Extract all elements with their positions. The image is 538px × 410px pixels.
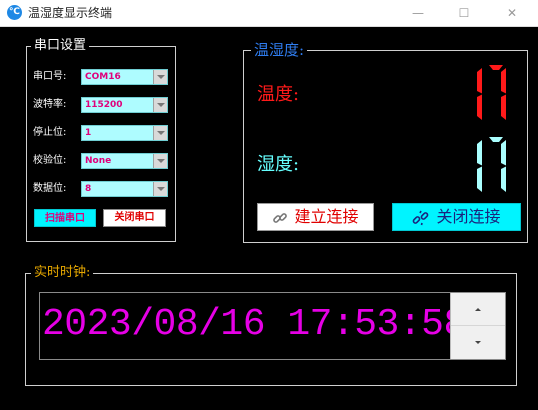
- scan-port-button[interactable]: 扫描串口: [34, 209, 96, 227]
- spin-down-button[interactable]: [451, 326, 505, 359]
- window-title: 温湿度显示终端: [28, 6, 113, 20]
- stopbits-select[interactable]: 1: [81, 125, 168, 141]
- app-logo-icon: ℃: [7, 5, 22, 20]
- lcd-segment-c: [477, 94, 482, 120]
- stopbits-label: 停止位:: [33, 127, 67, 138]
- clock-group-title: 实时时钟:: [31, 265, 94, 281]
- port-select[interactable]: COM16: [81, 69, 168, 85]
- lcd-segment-b: [501, 68, 506, 94]
- parity-label: 校验位:: [33, 155, 67, 166]
- disconnect-button[interactable]: 关闭连接: [392, 203, 521, 231]
- close-port-button[interactable]: 关闭串口: [103, 209, 166, 227]
- connect-label: 建立连接: [294, 207, 359, 226]
- baud-value: 115200: [85, 100, 123, 110]
- lcd-segment-a: [489, 65, 503, 70]
- chevron-down-icon[interactable]: [153, 126, 167, 140]
- lcd-segment-b: [477, 68, 482, 94]
- stopbits-value: 1: [85, 128, 92, 138]
- lcd-segment-c: [501, 166, 506, 192]
- serial-settings-title: 串口设置: [31, 38, 90, 54]
- parity-select[interactable]: None: [81, 153, 168, 169]
- databits-select[interactable]: 8: [81, 181, 168, 197]
- chevron-down-icon[interactable]: [153, 154, 167, 168]
- port-row: 串口号: COM16: [33, 69, 173, 86]
- port-value: COM16: [85, 72, 121, 82]
- baud-row: 波特率: 115200: [33, 97, 173, 114]
- humidity-label: 湿度:: [257, 154, 300, 175]
- baud-select[interactable]: 115200: [81, 97, 168, 113]
- lcd-segment-b: [477, 140, 482, 166]
- parity-value: None: [85, 156, 112, 166]
- lcd-segment-a: [489, 137, 503, 142]
- close-window-button[interactable]: ✕: [489, 0, 535, 26]
- chevron-down-icon[interactable]: [153, 182, 167, 196]
- baud-label: 波特率:: [33, 99, 67, 110]
- sensor-group: 温湿度: 温度: 湿度: 建立连接 关闭连接: [243, 41, 528, 243]
- title-bar: ℃ 温湿度显示终端 — ☐ ✕: [0, 0, 538, 27]
- datetime-value: 2023/08/16 17:53:58: [42, 303, 466, 346]
- unlink-icon: [413, 210, 429, 225]
- disconnect-label: 关闭连接: [436, 207, 501, 226]
- lcd-segment-c: [477, 166, 482, 192]
- datetime-edit[interactable]: 2023/08/16 17:53:58: [39, 292, 506, 360]
- maximize-button[interactable]: ☐: [441, 0, 487, 26]
- port-label: 串口号:: [33, 71, 67, 82]
- humidity-lcd: [477, 137, 506, 192]
- temperature-label: 温度:: [257, 84, 300, 105]
- serial-settings-group: 串口设置 串口号: COM16 波特率: 115200 停止位: 1 校验位: …: [26, 38, 176, 242]
- temperature-lcd: [477, 65, 506, 120]
- databits-row: 数据位: 8: [33, 181, 173, 198]
- spin-up-button[interactable]: [451, 293, 505, 326]
- databits-label: 数据位:: [33, 183, 67, 194]
- minimize-button[interactable]: —: [395, 0, 441, 26]
- chevron-down-icon[interactable]: [153, 98, 167, 112]
- lcd-segment-b: [501, 140, 506, 166]
- parity-row: 校验位: None: [33, 153, 173, 170]
- connect-button[interactable]: 建立连接: [257, 203, 374, 231]
- lcd-segment-c: [501, 94, 506, 120]
- datetime-spinner[interactable]: [450, 293, 505, 359]
- clock-group: 实时时钟: 2023/08/16 17:53:58: [25, 265, 517, 386]
- databits-value: 8: [85, 184, 92, 194]
- stopbits-row: 停止位: 1: [33, 125, 173, 142]
- link-icon: [273, 212, 288, 223]
- sensor-group-title: 温湿度:: [251, 41, 308, 59]
- chevron-down-icon[interactable]: [153, 70, 167, 84]
